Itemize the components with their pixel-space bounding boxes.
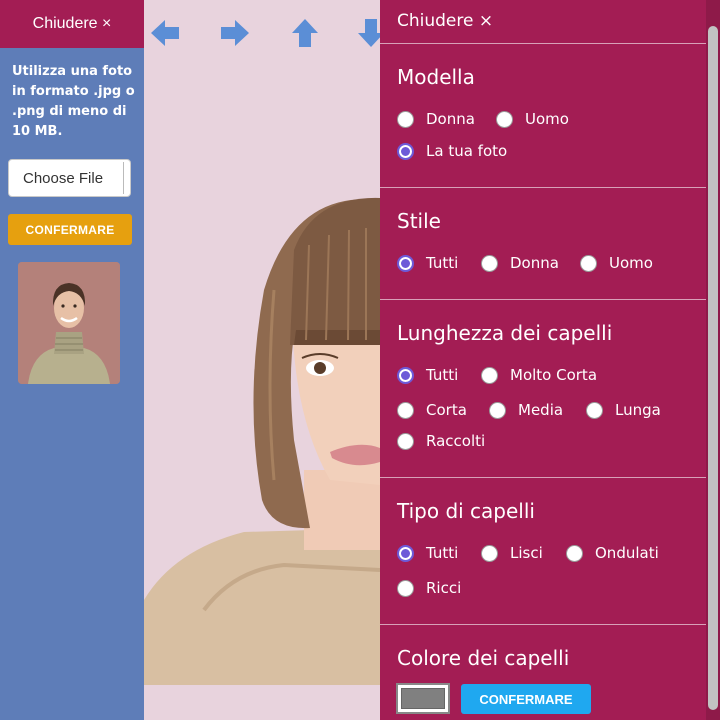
choose-file-button[interactable]: Choose File: [8, 159, 131, 197]
radio-icon: [489, 401, 506, 419]
portrait-thumbnail-image: [18, 262, 120, 384]
upload-panel: Chiudere × Utilizza una foto in formato …: [0, 0, 144, 720]
radio-selected-icon: [397, 366, 414, 384]
filter-confirm-button[interactable]: CONFERMARE: [461, 684, 591, 714]
option-label: Donna: [426, 110, 475, 128]
upload-instruction: Utilizza una foto in formato .jpg o .png…: [12, 64, 135, 139]
length-option-raccolti[interactable]: Raccolti: [397, 432, 485, 450]
length-option-corta[interactable]: Corta: [397, 401, 467, 419]
option-label: Molto Corta: [510, 366, 598, 384]
radio-icon: [566, 544, 583, 562]
filter-panel: Chiudere × Modella Donna Uomo La tua fot…: [380, 0, 706, 720]
divider: [380, 187, 706, 188]
style-option-uomo[interactable]: Uomo: [580, 254, 653, 272]
divider: [380, 477, 706, 478]
color-swatch-fill: [401, 688, 445, 709]
radio-icon: [586, 401, 603, 419]
radio-icon: [397, 110, 414, 128]
radio-icon: [397, 579, 414, 597]
option-label: La tua foto: [426, 142, 508, 160]
option-label: Tutti: [426, 544, 459, 562]
style-option-donna[interactable]: Donna: [481, 254, 559, 272]
length-option-media[interactable]: Media: [489, 401, 563, 419]
divider: [380, 43, 706, 44]
model-section-title: Modella: [397, 65, 475, 89]
radio-icon: [496, 110, 513, 128]
radio-selected-icon: [397, 544, 414, 562]
type-option-ondulati[interactable]: Ondulati: [566, 544, 659, 562]
length-option-molto-corta[interactable]: Molto Corta: [481, 366, 597, 384]
radio-icon: [580, 254, 597, 272]
model-option-la-tua-foto[interactable]: La tua foto: [397, 142, 507, 160]
model-option-uomo[interactable]: Uomo: [496, 110, 569, 128]
hairstyle-preview-photo: [144, 140, 380, 685]
radio-selected-icon: [397, 254, 414, 272]
option-label: Lunga: [615, 401, 661, 419]
length-option-lunga[interactable]: Lunga: [586, 401, 661, 419]
radio-icon: [397, 432, 414, 450]
option-label: Uomo: [609, 254, 653, 272]
option-label: Tutti: [426, 366, 459, 384]
up-arrow-icon[interactable]: [289, 17, 321, 49]
left-arrow-icon[interactable]: [149, 17, 181, 49]
upload-close-button[interactable]: Chiudere ×: [0, 0, 144, 48]
type-option-ricci[interactable]: Ricci: [397, 579, 461, 597]
model-option-donna[interactable]: Donna: [397, 110, 475, 128]
upload-confirm-button[interactable]: CONFERMARE: [8, 214, 132, 245]
option-label: Tutti: [426, 254, 459, 272]
style-section-title: Stile: [397, 209, 441, 233]
option-label: Lisci: [510, 544, 543, 562]
radio-icon: [481, 544, 498, 562]
divider: [380, 624, 706, 625]
filter-close-button[interactable]: Chiudere ×: [397, 11, 493, 31]
uploaded-photo-thumbnail[interactable]: [18, 262, 120, 384]
style-option-tutti[interactable]: Tutti: [397, 254, 458, 272]
option-label: Media: [518, 401, 564, 419]
option-label: Uomo: [525, 110, 569, 128]
length-option-tutti[interactable]: Tutti: [397, 366, 458, 384]
divider: [380, 299, 706, 300]
type-section-title: Tipo di capelli: [397, 499, 535, 523]
option-label: Donna: [510, 254, 559, 272]
length-section-title: Lunghezza dei capelli: [397, 321, 613, 345]
option-label: Ondulati: [595, 544, 659, 562]
option-label: Ricci: [426, 579, 462, 597]
scrollbar-thumb[interactable]: [708, 26, 718, 710]
type-option-lisci[interactable]: Lisci: [481, 544, 543, 562]
radio-icon: [481, 254, 498, 272]
radio-icon: [481, 366, 498, 384]
radio-selected-icon: [397, 142, 414, 160]
right-arrow-icon[interactable]: [219, 17, 251, 49]
model-photo-image: [144, 140, 380, 685]
type-option-tutti[interactable]: Tutti: [397, 544, 458, 562]
color-section-title: Colore dei capelli: [397, 646, 570, 670]
option-label: Corta: [426, 401, 467, 419]
radio-icon: [397, 401, 414, 419]
hair-color-picker[interactable]: [396, 683, 450, 714]
option-label: Raccolti: [426, 432, 486, 450]
